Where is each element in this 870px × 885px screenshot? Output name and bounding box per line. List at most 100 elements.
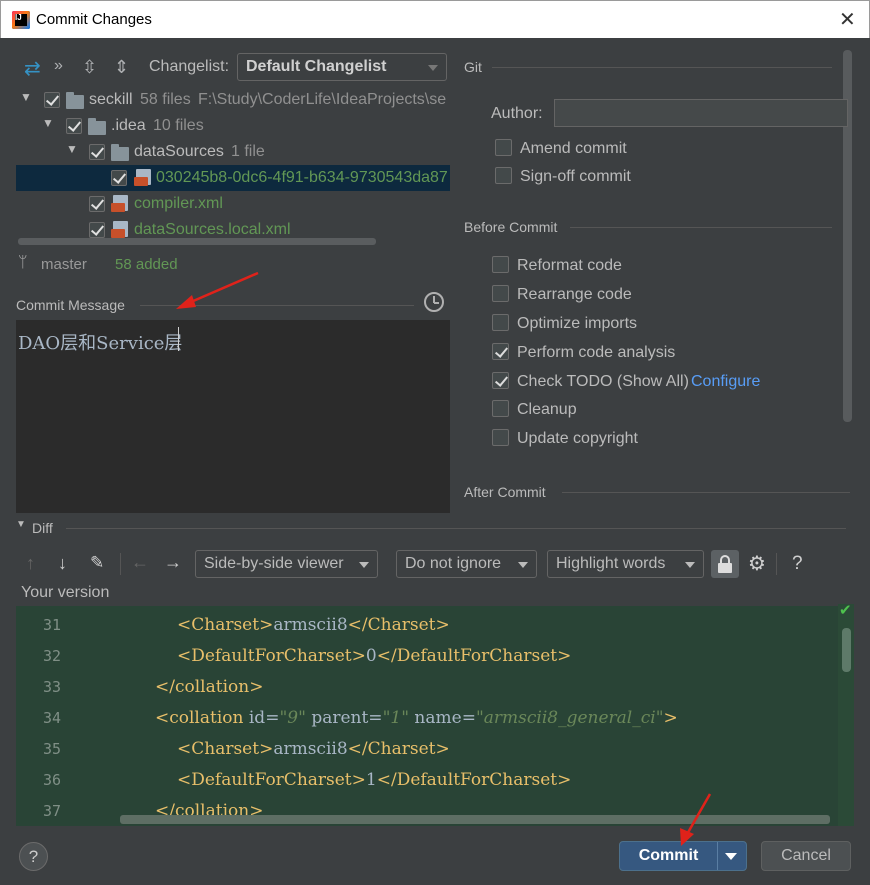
- line-number: 31: [42, 616, 61, 634]
- toolbar-separator: [120, 553, 121, 575]
- collapse-triangle-icon[interactable]: ▼: [16, 519, 26, 530]
- more-chevrons-icon[interactable]: »: [54, 57, 63, 75]
- xml-file-icon: [134, 169, 151, 186]
- diff-vertical-scrollbar-track[interactable]: ✔: [838, 602, 854, 826]
- configure-link[interactable]: Configure: [691, 373, 760, 391]
- viewer-value: Side-by-side viewer: [204, 555, 344, 572]
- diff-editor[interactable]: 31 32 33 34 35 36 37 <Charset>armscii8</Charse…: [16, 606, 854, 826]
- tree-row-seckill[interactable]: ▼ seckill 58 files F:\Study\CoderLife\Id…: [16, 87, 450, 113]
- reformat-code-checkbox[interactable]: [492, 256, 509, 273]
- changelist-value: Default Changelist: [246, 58, 387, 75]
- check-todo-checkbox[interactable]: [492, 372, 509, 389]
- tree-row-name: seckill: [89, 91, 133, 108]
- divider: [562, 492, 850, 493]
- refresh-arrows-icon[interactable]: ⇄: [24, 56, 41, 81]
- diff-section-title: Diff: [32, 520, 53, 536]
- close-icon[interactable]: ✕: [839, 7, 856, 32]
- module-folder-icon: [66, 92, 84, 109]
- code-line: <collation id="9" parent="1" name="armsc…: [155, 708, 678, 728]
- history-clock-icon[interactable]: [424, 292, 444, 312]
- tree-row-datasource-file[interactable]: 030245b8-0dc6-4f91-b634-9730543da87: [16, 165, 450, 191]
- optimize-imports-checkbox[interactable]: [492, 314, 509, 331]
- edit-source-icon[interactable]: ✎: [90, 553, 104, 573]
- expand-arrow-icon[interactable]: ▼: [20, 90, 32, 104]
- chevron-down-icon: [428, 65, 438, 71]
- expand-all-icon[interactable]: ⇳: [82, 57, 97, 78]
- after-commit-section-title: After Commit: [464, 484, 546, 500]
- viewer-dropdown[interactable]: Side-by-side viewer: [195, 550, 378, 578]
- settings-gear-icon[interactable]: ⚙: [748, 551, 766, 576]
- checkmark-icon: ✔: [839, 602, 852, 619]
- commit-options-chevron-icon[interactable]: [725, 853, 737, 860]
- previous-difference-icon[interactable]: ↑: [26, 553, 35, 574]
- back-arrow-icon[interactable]: ←: [131, 552, 149, 573]
- line-number: 35: [42, 740, 61, 758]
- changelist-dropdown[interactable]: Default Changelist: [237, 53, 447, 81]
- tree-checkbox[interactable]: [89, 222, 105, 238]
- annotation-arrow-icon: [680, 793, 712, 846]
- amend-commit-checkbox[interactable]: [495, 139, 512, 156]
- tree-row-name: compiler.xml: [134, 195, 223, 212]
- tree-checkbox[interactable]: [66, 118, 82, 134]
- tree-row-idea[interactable]: ▼ .idea 10 files: [16, 113, 450, 139]
- cancel-button[interactable]: Cancel: [761, 841, 851, 871]
- commit-message-text: DAO层和Service层: [18, 333, 183, 354]
- text-caret: [178, 327, 179, 351]
- rearrange-code-checkbox[interactable]: [492, 285, 509, 302]
- line-number: 32: [42, 647, 61, 665]
- author-label: Author:: [491, 105, 543, 122]
- expand-arrow-icon[interactable]: ▼: [66, 142, 78, 156]
- code-line: </collation>: [155, 677, 264, 697]
- chevron-down-icon: [685, 562, 695, 568]
- tree-row-name: dataSources.local.xml: [134, 221, 291, 238]
- code-line: <Charset>armscii8</Charset>: [177, 615, 450, 635]
- perform-code-analysis-checkbox[interactable]: [492, 343, 509, 360]
- diff-horizontal-scrollbar[interactable]: [120, 815, 830, 824]
- tree-checkbox[interactable]: [111, 170, 127, 186]
- chevron-down-icon: [359, 562, 369, 568]
- changelist-label: Changelist:: [149, 58, 230, 75]
- update-copyright-label: Update copyright: [517, 430, 638, 447]
- next-difference-icon[interactable]: ↓: [58, 553, 67, 574]
- tree-row-name: 030245b8-0dc6-4f91-b634-9730543da87: [156, 169, 448, 186]
- tree-checkbox[interactable]: [89, 196, 105, 212]
- ignore-dropdown[interactable]: Do not ignore: [396, 550, 537, 578]
- folder-icon: [111, 144, 129, 161]
- sign-off-commit-checkbox[interactable]: [495, 167, 512, 184]
- annotation-arrow-icon: [176, 271, 259, 309]
- tree-checkbox[interactable]: [44, 92, 60, 108]
- code-area: <Charset>armscii8</Charset> <DefaultForCh…: [110, 606, 830, 826]
- perform-code-analysis-label: Perform code analysis: [517, 344, 676, 361]
- added-count: 58 added: [115, 256, 178, 273]
- highlight-dropdown[interactable]: Highlight words: [547, 550, 704, 578]
- tree-row-compiler[interactable]: compiler.xml: [16, 191, 450, 217]
- forward-arrow-icon[interactable]: →: [164, 552, 182, 573]
- intellij-app-icon: IJ: [12, 11, 30, 29]
- sign-off-commit-label: Sign-off commit: [520, 168, 631, 185]
- collapse-all-icon[interactable]: ⇕: [114, 57, 129, 78]
- commit-message-label: Commit Message: [16, 297, 125, 313]
- expand-arrow-icon[interactable]: ▼: [42, 116, 54, 130]
- divider: [492, 67, 832, 68]
- diff-help-icon[interactable]: ?: [792, 553, 803, 575]
- author-input[interactable]: [554, 99, 848, 127]
- divider: [570, 227, 832, 228]
- update-copyright-checkbox[interactable]: [492, 429, 509, 446]
- tree-row-name: dataSources: [134, 143, 224, 160]
- line-number: 37: [42, 802, 61, 820]
- tree-row-datasources[interactable]: ▼ dataSources 1 file: [16, 139, 450, 165]
- ignore-value: Do not ignore: [405, 555, 502, 572]
- line-number: 36: [42, 771, 61, 789]
- diff-vertical-scrollbar-thumb[interactable]: [842, 628, 851, 672]
- changes-tree[interactable]: ▼ seckill 58 files F:\Study\CoderLife\Id…: [16, 86, 450, 248]
- lock-icon[interactable]: [711, 550, 739, 578]
- amend-commit-label: Amend commit: [520, 140, 627, 157]
- tree-row-count: 10 files: [153, 117, 204, 134]
- cleanup-checkbox[interactable]: [492, 400, 509, 417]
- rearrange-code-label: Rearrange code: [517, 286, 632, 303]
- commit-message-input[interactable]: DAO层和Service层: [16, 320, 450, 513]
- horizontal-scrollbar[interactable]: [18, 238, 376, 245]
- toolbar-separator: [776, 553, 777, 575]
- tree-checkbox[interactable]: [89, 144, 105, 160]
- help-button[interactable]: ?: [19, 842, 48, 871]
